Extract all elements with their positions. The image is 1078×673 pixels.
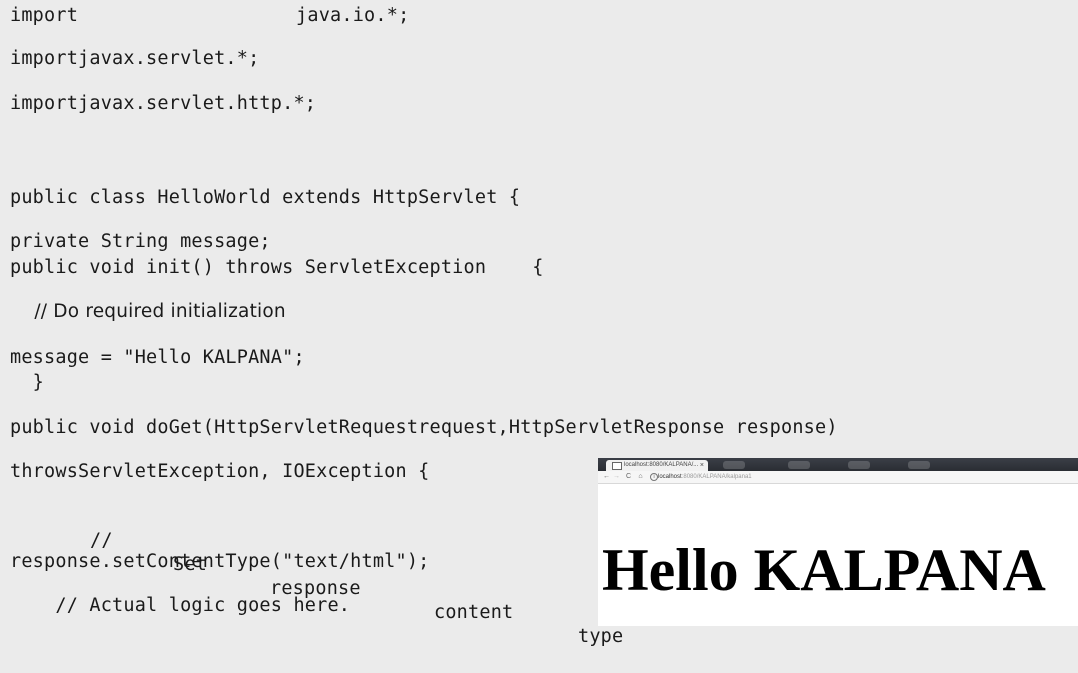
- keyword-import: import: [10, 5, 79, 26]
- back-icon[interactable]: ←: [602, 472, 611, 482]
- code-line-comment-init: // Do required initialization: [10, 301, 286, 322]
- code-line-comment-logic: // Actual logic goes here.: [10, 595, 351, 616]
- code-line-message-field: private String message;: [10, 231, 271, 252]
- url-host: localhost: [658, 474, 682, 480]
- code-line-doget-signature: public void doGet(HttpServletRequestrequ…: [10, 417, 838, 438]
- init-open-brace: {: [532, 257, 544, 278]
- code-line-import-servlet: importjavax.servlet.*;: [10, 48, 260, 69]
- forward-icon[interactable]: →: [612, 472, 621, 482]
- url-path: :8080/KALPANA/kalpana1: [681, 474, 752, 480]
- address-bar[interactable]: localhost:8080/KALPANA/kalpana1: [658, 472, 1068, 482]
- browser-toolbar: ← → C ⌂ i localhost:8080/KALPANA/kalpana…: [598, 471, 1078, 484]
- taskbar-blur: [848, 461, 870, 469]
- comment-word-content: content: [434, 602, 514, 623]
- page-heading: Hello KALPANA: [602, 537, 1046, 603]
- code-line-throws: throwsServletException, IOException {: [10, 461, 430, 482]
- home-icon[interactable]: ⌂: [636, 472, 645, 482]
- reload-icon[interactable]: C: [624, 472, 633, 482]
- browser-output-screenshot: localhost:8080/KALPANA/... × ← → C ⌂ i l…: [598, 458, 1078, 626]
- browser-tab-bar: localhost:8080/KALPANA/... ×: [598, 458, 1078, 471]
- taskbar-blur: [723, 461, 745, 469]
- close-icon[interactable]: ×: [700, 460, 704, 471]
- code-line-comment-content-type: // Set response content type: [10, 505, 623, 647]
- browser-tab[interactable]: localhost:8080/KALPANA/... ×: [606, 460, 708, 471]
- code-line-close-brace: }: [10, 372, 45, 393]
- import-target: java.io.*;: [296, 5, 410, 26]
- code-line-message-assign: message = "Hello KALPANA";: [10, 347, 305, 368]
- info-icon[interactable]: i: [650, 473, 658, 481]
- code-line-class-declaration: public class HelloWorld extends HttpServ…: [10, 187, 521, 208]
- code-line-init-method: public void init() throws ServletExcepti…: [10, 256, 544, 280]
- browser-tab-title: localhost:8080/KALPANA/...: [624, 462, 699, 468]
- page-icon: [612, 462, 622, 470]
- taskbar-blur: [908, 461, 930, 469]
- code-line-set-content-type: response.setContentType("text/html");: [10, 551, 430, 572]
- code-line-import-servlet-http: importjavax.servlet.http.*;: [10, 93, 317, 114]
- code-line-import-io: import java.io.*;: [10, 4, 409, 28]
- init-signature: public void init() throws ServletExcepti…: [10, 257, 487, 278]
- comment-word-type: type: [578, 626, 624, 647]
- taskbar-blur: [788, 461, 810, 469]
